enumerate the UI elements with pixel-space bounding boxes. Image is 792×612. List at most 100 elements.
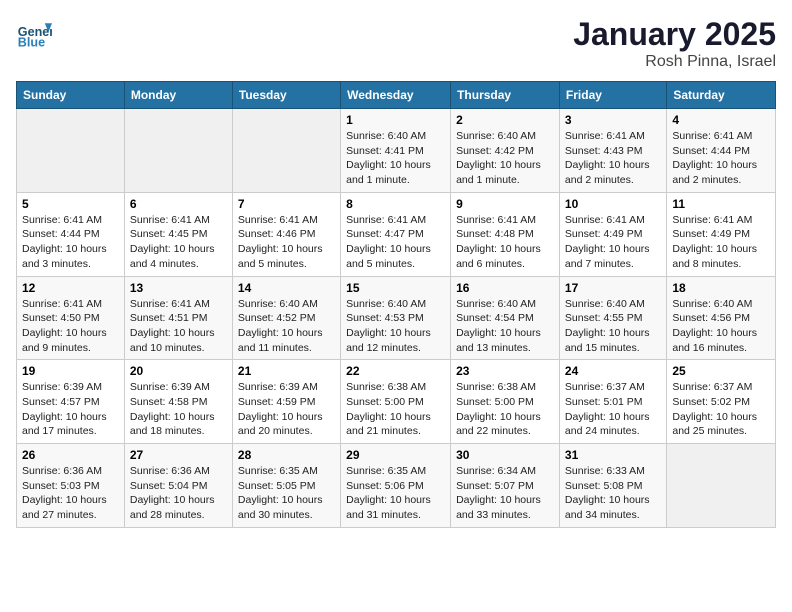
day-info: Sunrise: 6:41 AM Sunset: 4:44 PM Dayligh… [672,129,770,188]
calendar-cell: 16 Sunrise: 6:40 AM Sunset: 4:54 PM Dayli… [451,276,560,360]
day-info: Sunrise: 6:37 AM Sunset: 5:02 PM Dayligh… [672,380,770,439]
calendar-cell [17,109,125,193]
title-block: January 2025 Rosh Pinna, Israel [573,16,776,71]
day-number: 20 [130,364,227,378]
day-number: 3 [565,113,661,127]
calendar-cell: 28 Sunrise: 6:35 AM Sunset: 5:05 PM Dayli… [232,444,340,528]
calendar-cell: 29 Sunrise: 6:35 AM Sunset: 5:06 PM Dayli… [341,444,451,528]
day-number: 24 [565,364,661,378]
day-header-friday: Friday [559,82,666,109]
day-number: 8 [346,197,445,211]
calendar-week-row: 19 Sunrise: 6:39 AM Sunset: 4:57 PM Dayli… [17,360,776,444]
days-header-row: SundayMondayTuesdayWednesdayThursdayFrid… [17,82,776,109]
day-header-tuesday: Tuesday [232,82,340,109]
day-info: Sunrise: 6:39 AM Sunset: 4:59 PM Dayligh… [238,380,335,439]
day-info: Sunrise: 6:41 AM Sunset: 4:51 PM Dayligh… [130,297,227,356]
day-number: 29 [346,448,445,462]
logo: General Blue [16,16,56,52]
day-number: 26 [22,448,119,462]
day-info: Sunrise: 6:41 AM Sunset: 4:44 PM Dayligh… [22,213,119,272]
day-info: Sunrise: 6:41 AM Sunset: 4:45 PM Dayligh… [130,213,227,272]
calendar-cell: 12 Sunrise: 6:41 AM Sunset: 4:50 PM Dayli… [17,276,125,360]
day-info: Sunrise: 6:35 AM Sunset: 5:06 PM Dayligh… [346,464,445,523]
calendar-cell: 31Sunrise: 6:33 AM Sunset: 5:08 PM Dayli… [559,444,666,528]
day-info: Sunrise: 6:41 AM Sunset: 4:43 PM Dayligh… [565,129,661,188]
calendar-cell: 30 Sunrise: 6:34 AM Sunset: 5:07 PM Dayli… [451,444,560,528]
day-number: 11 [672,197,770,211]
day-info: Sunrise: 6:33 AM Sunset: 5:08 PM Dayligh… [565,464,661,523]
day-info: Sunrise: 6:40 AM Sunset: 4:55 PM Dayligh… [565,297,661,356]
calendar-cell [232,109,340,193]
calendar-cell: 8Sunrise: 6:41 AM Sunset: 4:47 PM Daylig… [341,192,451,276]
day-info: Sunrise: 6:38 AM Sunset: 5:00 PM Dayligh… [346,380,445,439]
day-number: 13 [130,281,227,295]
day-info: Sunrise: 6:41 AM Sunset: 4:50 PM Dayligh… [22,297,119,356]
calendar-cell: 25Sunrise: 6:37 AM Sunset: 5:02 PM Dayli… [667,360,776,444]
calendar-cell: 1 Sunrise: 6:40 AM Sunset: 4:41 PM Daylig… [341,109,451,193]
day-info: Sunrise: 6:40 AM Sunset: 4:54 PM Dayligh… [456,297,554,356]
calendar-cell: 15 Sunrise: 6:40 AM Sunset: 4:53 PM Dayli… [341,276,451,360]
day-number: 17 [565,281,661,295]
day-info: Sunrise: 6:41 AM Sunset: 4:49 PM Dayligh… [672,213,770,272]
calendar-week-row: 1 Sunrise: 6:40 AM Sunset: 4:41 PM Daylig… [17,109,776,193]
day-number: 30 [456,448,554,462]
day-info: Sunrise: 6:40 AM Sunset: 4:56 PM Dayligh… [672,297,770,356]
day-number: 23 [456,364,554,378]
calendar-table: SundayMondayTuesdayWednesdayThursdayFrid… [16,81,776,528]
day-info: Sunrise: 6:39 AM Sunset: 4:58 PM Dayligh… [130,380,227,439]
day-info: Sunrise: 6:35 AM Sunset: 5:05 PM Dayligh… [238,464,335,523]
day-info: Sunrise: 6:36 AM Sunset: 5:04 PM Dayligh… [130,464,227,523]
day-header-saturday: Saturday [667,82,776,109]
day-info: Sunrise: 6:36 AM Sunset: 5:03 PM Dayligh… [22,464,119,523]
day-info: Sunrise: 6:40 AM Sunset: 4:41 PM Dayligh… [346,129,445,188]
day-number: 28 [238,448,335,462]
day-info: Sunrise: 6:41 AM Sunset: 4:49 PM Dayligh… [565,213,661,272]
day-number: 4 [672,113,770,127]
calendar-cell: 3 Sunrise: 6:41 AM Sunset: 4:43 PM Daylig… [559,109,666,193]
calendar-cell: 19 Sunrise: 6:39 AM Sunset: 4:57 PM Dayli… [17,360,125,444]
day-number: 19 [22,364,119,378]
calendar-cell: 4 Sunrise: 6:41 AM Sunset: 4:44 PM Daylig… [667,109,776,193]
calendar-cell: 6 Sunrise: 6:41 AM Sunset: 4:45 PM Daylig… [124,192,232,276]
calendar-cell [124,109,232,193]
calendar-cell: 7Sunrise: 6:41 AM Sunset: 4:46 PM Daylig… [232,192,340,276]
day-number: 6 [130,197,227,211]
day-info: Sunrise: 6:40 AM Sunset: 4:52 PM Dayligh… [238,297,335,356]
day-number: 1 [346,113,445,127]
calendar-cell: 14 Sunrise: 6:40 AM Sunset: 4:52 PM Dayli… [232,276,340,360]
day-number: 7 [238,197,335,211]
day-number: 22 [346,364,445,378]
day-info: Sunrise: 6:34 AM Sunset: 5:07 PM Dayligh… [456,464,554,523]
calendar-cell: 23 Sunrise: 6:38 AM Sunset: 5:00 PM Dayli… [451,360,560,444]
calendar-cell: 24 Sunrise: 6:37 AM Sunset: 5:01 PM Dayli… [559,360,666,444]
calendar-title: January 2025 [573,16,776,53]
calendar-week-row: 5 Sunrise: 6:41 AM Sunset: 4:44 PM Daylig… [17,192,776,276]
day-number: 9 [456,197,554,211]
day-info: Sunrise: 6:39 AM Sunset: 4:57 PM Dayligh… [22,380,119,439]
day-header-monday: Monday [124,82,232,109]
day-number: 12 [22,281,119,295]
calendar-cell: 27Sunrise: 6:36 AM Sunset: 5:04 PM Dayli… [124,444,232,528]
calendar-cell: 26 Sunrise: 6:36 AM Sunset: 5:03 PM Dayli… [17,444,125,528]
calendar-cell: 2Sunrise: 6:40 AM Sunset: 4:42 PM Daylig… [451,109,560,193]
calendar-cell: 13 Sunrise: 6:41 AM Sunset: 4:51 PM Dayli… [124,276,232,360]
svg-text:Blue: Blue [18,36,45,50]
calendar-cell [667,444,776,528]
day-info: Sunrise: 6:38 AM Sunset: 5:00 PM Dayligh… [456,380,554,439]
day-number: 10 [565,197,661,211]
day-number: 2 [456,113,554,127]
day-header-thursday: Thursday [451,82,560,109]
day-info: Sunrise: 6:37 AM Sunset: 5:01 PM Dayligh… [565,380,661,439]
day-header-wednesday: Wednesday [341,82,451,109]
day-number: 14 [238,281,335,295]
day-number: 5 [22,197,119,211]
day-number: 18 [672,281,770,295]
calendar-cell: 11 Sunrise: 6:41 AM Sunset: 4:49 PM Dayli… [667,192,776,276]
logo-icon: General Blue [16,16,52,52]
day-info: Sunrise: 6:40 AM Sunset: 4:53 PM Dayligh… [346,297,445,356]
calendar-cell: 17 Sunrise: 6:40 AM Sunset: 4:55 PM Dayli… [559,276,666,360]
day-number: 16 [456,281,554,295]
calendar-cell: 20 Sunrise: 6:39 AM Sunset: 4:58 PM Dayli… [124,360,232,444]
day-number: 15 [346,281,445,295]
calendar-cell: 18 Sunrise: 6:40 AM Sunset: 4:56 PM Dayli… [667,276,776,360]
